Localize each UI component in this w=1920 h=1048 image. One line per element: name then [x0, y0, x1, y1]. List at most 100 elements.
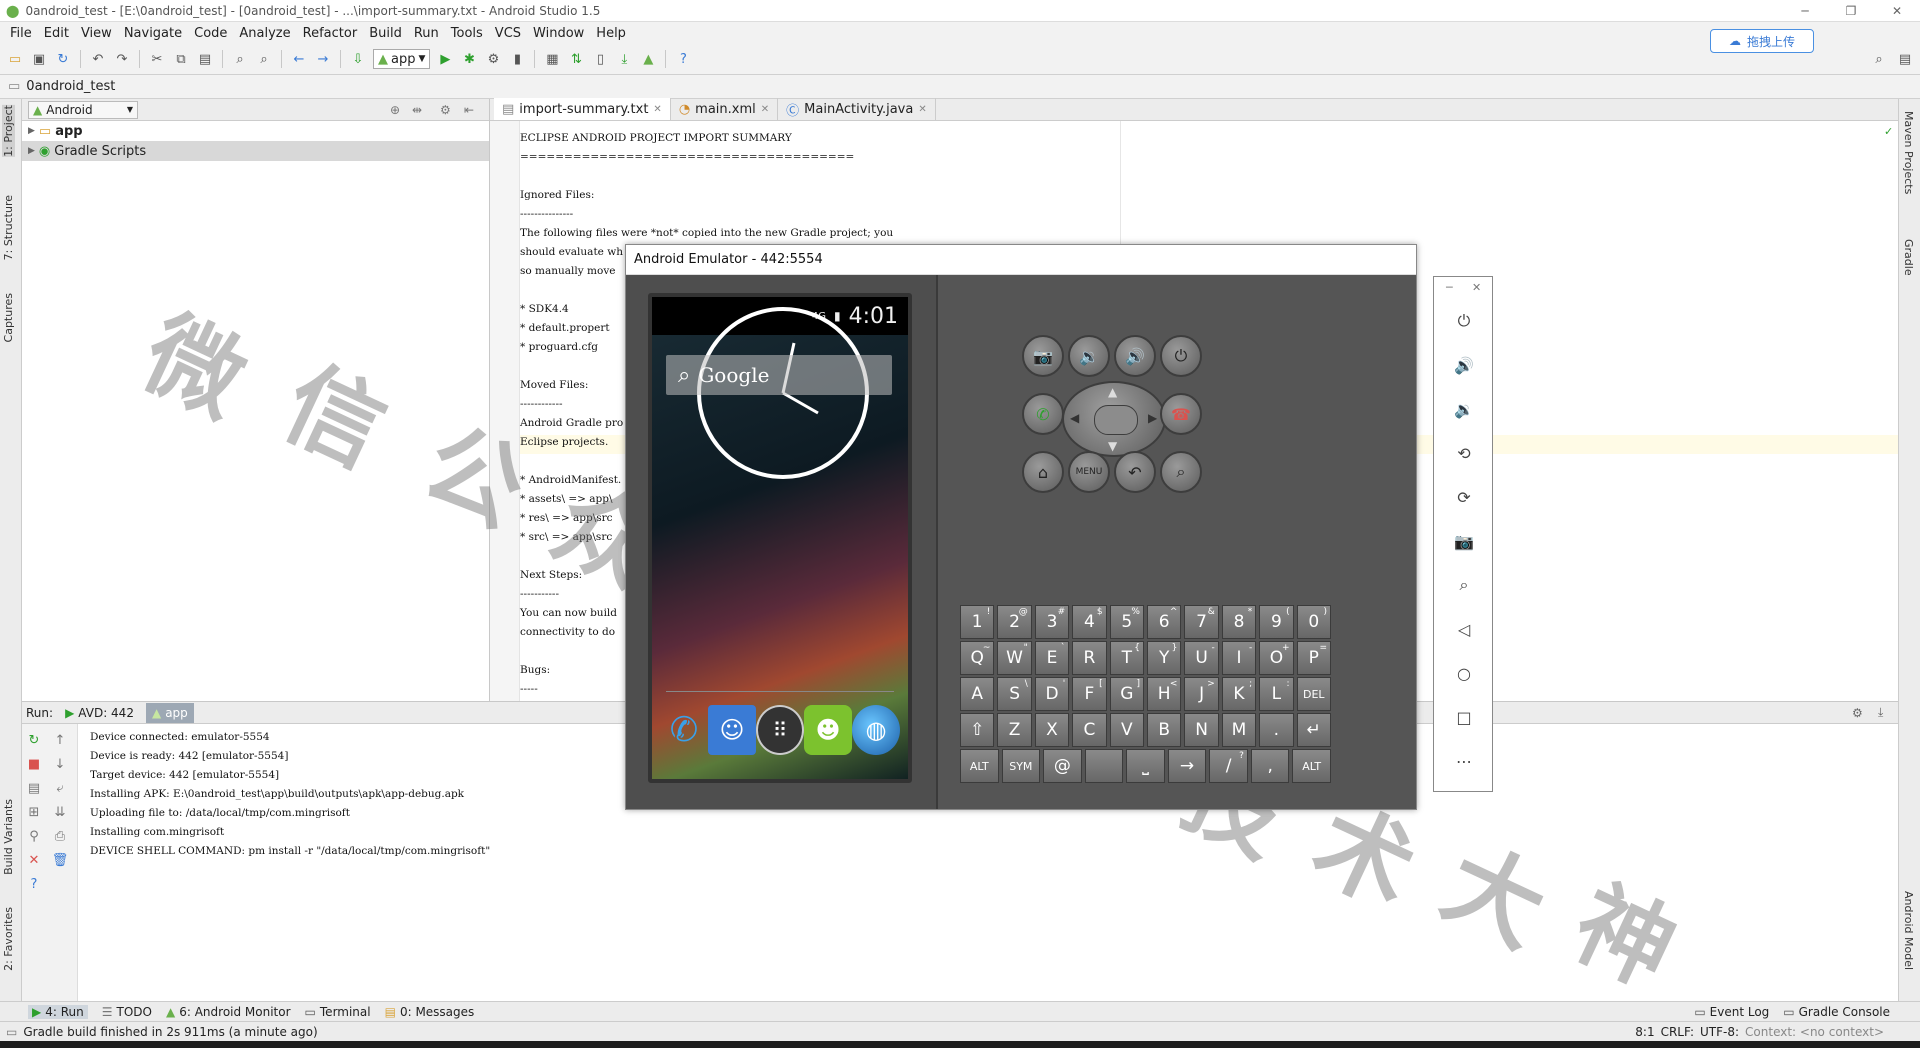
cut-icon[interactable]: ✂	[148, 50, 166, 68]
find-icon[interactable]: ⌕	[231, 50, 249, 68]
soft-wrap-icon[interactable]: ⤶	[52, 780, 68, 796]
rotate-left-icon[interactable]: ⟲	[1452, 441, 1476, 465]
paste-icon[interactable]: ▤	[196, 50, 214, 68]
forward-icon[interactable]: →	[314, 50, 332, 68]
restore-icon[interactable]: ❐	[1828, 0, 1874, 22]
tab-structure[interactable]: 7: Structure	[2, 195, 15, 260]
dpad-center[interactable]	[1094, 405, 1138, 435]
tab-favorites[interactable]: 2: Favorites	[2, 907, 15, 971]
sdk-manager-icon[interactable]: ⤓	[615, 50, 633, 68]
menu-view[interactable]: View	[75, 26, 118, 41]
tool-window-toggle-icon[interactable]: ▭	[6, 1025, 17, 1039]
cloud-upload-button[interactable]: ☁ 拖拽上传	[1710, 29, 1814, 53]
down-arrow-icon[interactable]: ↓	[52, 756, 68, 772]
expand-arrow-icon[interactable]: ▶	[28, 126, 35, 136]
keyboard-key[interactable]: @	[1043, 749, 1082, 783]
gear-icon[interactable]: ⚙	[440, 103, 451, 117]
sync-icon[interactable]: ↻	[54, 50, 72, 68]
tab-android-monitor[interactable]: ▲ 6: Android Monitor	[166, 1005, 291, 1019]
keyboard-key[interactable]: 5%	[1109, 605, 1144, 639]
restore-layout-icon[interactable]: ▤	[26, 780, 42, 796]
keyboard-key[interactable]	[1084, 749, 1124, 783]
keyboard-key[interactable]: 8 *	[1221, 605, 1257, 639]
tab-android-model[interactable]: Android Model	[1902, 891, 1915, 970]
keyboard-key[interactable]: I-	[1221, 641, 1257, 675]
dpad[interactable]: ▲ ▼ ◀ ▶	[1062, 381, 1166, 457]
keyboard-key[interactable]: P =	[1296, 641, 1331, 675]
minimize-icon[interactable]: ─	[1446, 281, 1453, 294]
file-encoding[interactable]: UTF-8:	[1700, 1025, 1739, 1039]
debug-icon[interactable]: ✱	[460, 50, 478, 68]
menu-run[interactable]: Run	[408, 26, 445, 41]
menu-help[interactable]: Help	[590, 26, 632, 41]
keyboard-key[interactable]: 4 $	[1072, 605, 1107, 639]
home-icon[interactable]: ○	[1452, 661, 1476, 685]
google-search-bar[interactable]: ⌕ Google	[666, 355, 892, 395]
stop-icon[interactable]: ■	[26, 756, 42, 772]
tab-main-xml[interactable]: ◔ main.xml ✕	[671, 98, 779, 120]
call-button[interactable]: ✆	[1022, 393, 1064, 435]
keyboard-key[interactable]: F[	[1072, 677, 1107, 711]
keyboard-key[interactable]: X	[1034, 713, 1070, 747]
keyboard-key[interactable]: ⇧	[960, 713, 995, 747]
keyboard-key[interactable]: 6 ^	[1147, 605, 1182, 639]
keyboard-key[interactable]: .	[1259, 713, 1294, 747]
close-tab-icon[interactable]: ✕	[918, 104, 926, 115]
close-tab-icon[interactable]: ✕	[653, 104, 661, 115]
tab-event-log[interactable]: ▭ Event Log	[1694, 1005, 1769, 1019]
up-arrow-icon[interactable]: ↑	[52, 732, 68, 748]
print-icon[interactable]: ⎙	[52, 828, 68, 844]
menu-analyze[interactable]: Analyze	[233, 26, 296, 41]
keyboard-key[interactable]: L:	[1259, 677, 1294, 711]
keyboard-key[interactable]: ,	[1250, 749, 1290, 783]
search-everywhere-icon[interactable]: ⌕	[1870, 50, 1888, 68]
phone-app-icon[interactable]: ✆	[660, 705, 708, 755]
volume-up-icon[interactable]: 🔊	[1452, 353, 1476, 377]
project-view-select[interactable]: ▲ Android ▼	[28, 100, 138, 119]
dpad-up-icon[interactable]: ▲	[1108, 385, 1117, 399]
pin-icon[interactable]: ⊞	[26, 804, 42, 820]
keyboard-key[interactable]: D '	[1034, 677, 1070, 711]
power-button[interactable]: ⏻	[1160, 335, 1202, 377]
minimize-icon[interactable]: ─	[1782, 0, 1828, 22]
keyboard-key[interactable]: ⎵	[1126, 749, 1165, 783]
sync-gradle-icon[interactable]: ⇅	[567, 50, 585, 68]
redo-icon[interactable]: ↷	[113, 50, 131, 68]
end-call-button[interactable]: ☎	[1160, 393, 1202, 435]
back-button[interactable]: ↶	[1114, 451, 1156, 493]
camera-button[interactable]: 📷	[1022, 335, 1064, 377]
locate-icon[interactable]: ⊕	[390, 103, 400, 117]
tab-project[interactable]: 1: Project	[2, 105, 15, 157]
run-tab-avd[interactable]: ▶ AVD: 442	[59, 703, 140, 723]
keyboard-key[interactable]: Y}	[1147, 641, 1182, 675]
keyboard-key[interactable]: A	[960, 677, 995, 711]
close-tab-icon[interactable]: ✕	[761, 104, 769, 115]
menu-window[interactable]: Window	[527, 26, 590, 41]
keyboard-key[interactable]: K;	[1221, 677, 1257, 711]
keyboard-key[interactable]: ALT	[1292, 749, 1331, 783]
close-icon[interactable]: ✕	[1472, 281, 1481, 294]
tab-run[interactable]: ▶ 4: Run	[28, 1004, 88, 1019]
tab-build-variants[interactable]: Build Variants	[2, 799, 15, 875]
rerun-icon[interactable]: ↻	[26, 732, 42, 748]
stop-icon[interactable]: ▮	[508, 50, 526, 68]
keyboard-key[interactable]: E `	[1034, 641, 1070, 675]
attach-debugger-icon[interactable]: ⚙	[484, 50, 502, 68]
keyboard-key[interactable]: H <	[1147, 677, 1182, 711]
menu-tools[interactable]: Tools	[445, 26, 489, 41]
project-structure-icon[interactable]: ▦	[543, 50, 561, 68]
tab-messages[interactable]: ▤ 0: Messages	[385, 1005, 475, 1019]
tree-item-app[interactable]: ▶ ▭ app	[22, 121, 489, 141]
keyboard-key[interactable]: V	[1109, 713, 1144, 747]
power-icon[interactable]: ⏻	[1452, 309, 1476, 333]
dump-threads-icon[interactable]: ⚲	[26, 828, 42, 844]
keyboard-key[interactable]: 2 @	[997, 605, 1032, 639]
menu-edit[interactable]: Edit	[38, 26, 75, 41]
dpad-right-icon[interactable]: ▶	[1148, 411, 1157, 425]
tab-import-summary[interactable]: ▤ import-summary.txt ✕	[494, 98, 671, 120]
keyboard-key[interactable]: C	[1072, 713, 1107, 747]
home-button[interactable]: ⌂	[1022, 451, 1064, 493]
back-icon[interactable]: ◁	[1452, 617, 1476, 641]
tab-captures[interactable]: Captures	[2, 293, 15, 342]
keyboard-key[interactable]: SYM	[1001, 749, 1041, 783]
